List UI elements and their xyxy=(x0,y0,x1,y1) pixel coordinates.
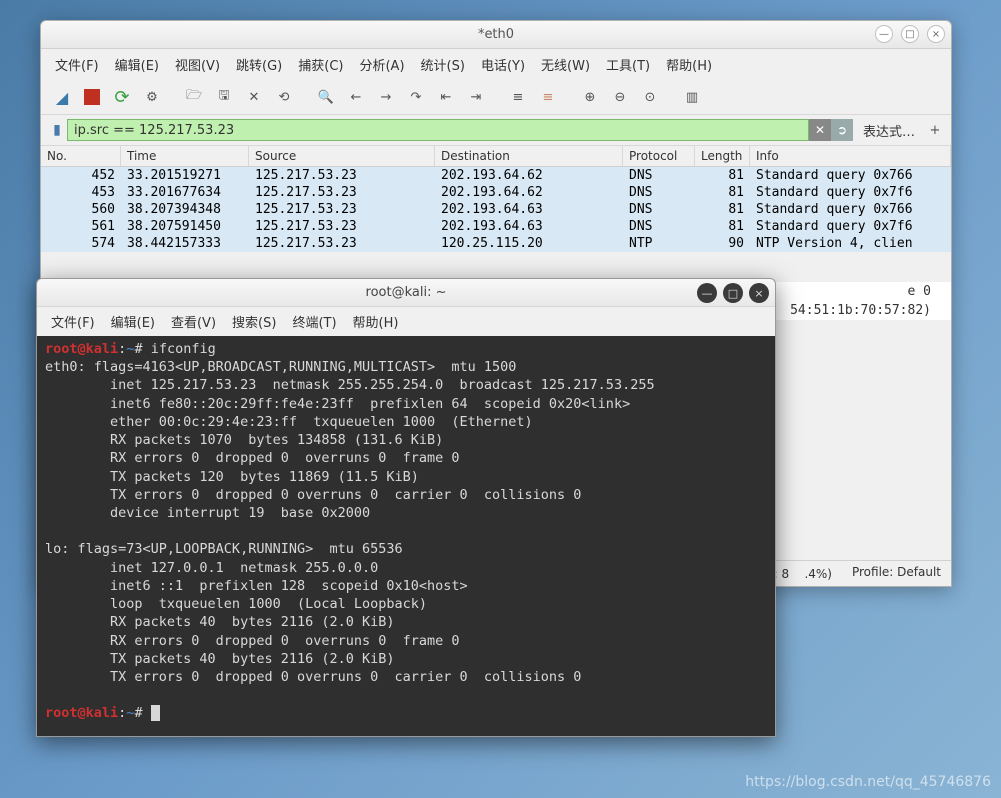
status-profile[interactable]: Profile: Default xyxy=(852,565,941,582)
menu-view[interactable]: 视图(V) xyxy=(169,53,226,76)
wireshark-titlebar[interactable]: *eth0 — □ × xyxy=(41,21,951,49)
menu-wireless[interactable]: 无线(W) xyxy=(535,53,596,76)
wireshark-window-controls: — □ × xyxy=(875,25,945,43)
terminal-menubar: 文件(F) 编辑(E) 查看(V) 搜索(S) 终端(T) 帮助(H) xyxy=(37,307,775,336)
menu-statistics[interactable]: 统计(S) xyxy=(415,53,471,76)
col-header-info[interactable]: Info xyxy=(750,146,951,166)
capture-options-icon[interactable]: ⚙ xyxy=(139,84,165,110)
watermark: https://blog.csdn.net/qq_45746876 xyxy=(745,774,991,790)
menu-go[interactable]: 跳转(G) xyxy=(230,53,288,76)
col-header-protocol[interactable]: Protocol xyxy=(623,146,695,166)
terminal-command: ifconfig xyxy=(151,341,216,357)
wireshark-title: *eth0 xyxy=(478,27,514,42)
wireshark-toolbar: ◢ ⟳ ⚙ 🗁 🖫 ✕ ⟲ 🔍 ← → ↷ ⇤ ⇥ ≡ ≡ ⊕ ⊖ ⊙ ▥ xyxy=(41,80,951,115)
packet-row[interactable]: 45333.201677634125.217.53.23202.193.64.6… xyxy=(41,184,951,201)
restart-capture-icon[interactable]: ⟳ xyxy=(109,84,135,110)
packet-row[interactable]: 57438.442157333125.217.53.23120.25.115.2… xyxy=(41,235,951,252)
menu-telephony[interactable]: 电话(Y) xyxy=(475,53,531,76)
term-menu-search[interactable]: 搜索(S) xyxy=(226,310,282,333)
go-last-icon[interactable]: ⇥ xyxy=(463,84,489,110)
term-menu-terminal[interactable]: 终端(T) xyxy=(286,310,342,333)
packet-row[interactable]: 45233.201519271125.217.53.23202.193.64.6… xyxy=(41,167,951,184)
menu-help[interactable]: 帮助(H) xyxy=(660,53,718,76)
filter-bar: ▮ ✕ ➲ 表达式… + xyxy=(41,115,951,146)
menu-file[interactable]: 文件(F) xyxy=(49,53,105,76)
auto-scroll-icon[interactable]: ≡ xyxy=(505,84,531,110)
resize-columns-icon[interactable]: ▥ xyxy=(679,84,705,110)
packet-row[interactable]: 56038.207394348125.217.53.23202.193.64.6… xyxy=(41,201,951,218)
close-file-icon[interactable]: ✕ xyxy=(241,84,267,110)
menu-tools[interactable]: 工具(T) xyxy=(600,53,656,76)
term-menu-view[interactable]: 查看(V) xyxy=(165,310,222,333)
filter-bookmark-icon[interactable]: ▮ xyxy=(47,119,67,141)
menu-edit[interactable]: 编辑(E) xyxy=(109,53,165,76)
start-capture-icon[interactable]: ◢ xyxy=(49,84,75,110)
open-file-icon[interactable]: 🗁 xyxy=(181,84,207,110)
col-header-no[interactable]: No. xyxy=(41,146,121,166)
zoom-in-icon[interactable]: ⊕ xyxy=(577,84,603,110)
terminal-body[interactable]: root@kali:~# ifconfig eth0: flags=4163<U… xyxy=(37,336,775,736)
prompt-symbol: # xyxy=(134,341,142,357)
terminal-cursor xyxy=(151,705,160,721)
terminal-window-controls: — □ × xyxy=(697,283,769,303)
maximize-button[interactable]: □ xyxy=(901,25,919,43)
terminal-window: root@kali: ~ — □ × 文件(F) 编辑(E) 查看(V) 搜索(… xyxy=(36,278,776,737)
status-pct: .4%) xyxy=(804,567,832,581)
display-filter-input[interactable] xyxy=(67,119,809,141)
terminal-minimize-button[interactable]: — xyxy=(697,283,717,303)
zoom-out-icon[interactable]: ⊖ xyxy=(607,84,633,110)
menu-capture[interactable]: 捕获(C) xyxy=(292,53,349,76)
terminal-titlebar[interactable]: root@kali: ~ — □ × xyxy=(37,279,775,307)
col-header-length[interactable]: Length xyxy=(695,146,750,166)
terminal-output: eth0: flags=4163<UP,BROADCAST,RUNNING,MU… xyxy=(45,359,655,685)
packet-row[interactable]: 56138.207591450125.217.53.23202.193.64.6… xyxy=(41,218,951,235)
terminal-maximize-button[interactable]: □ xyxy=(723,283,743,303)
find-packet-icon[interactable]: 🔍 xyxy=(313,84,339,110)
filter-add-icon[interactable]: + xyxy=(925,123,945,138)
go-to-packet-icon[interactable]: ↷ xyxy=(403,84,429,110)
close-button[interactable]: × xyxy=(927,25,945,43)
packet-list-header[interactable]: No. Time Source Destination Protocol Len… xyxy=(41,146,951,167)
col-header-source[interactable]: Source xyxy=(249,146,435,166)
stop-capture-icon[interactable] xyxy=(79,84,105,110)
filter-apply-icon[interactable]: ➲ xyxy=(831,119,853,141)
packet-list: No. Time Source Destination Protocol Len… xyxy=(41,146,951,252)
save-file-icon[interactable]: 🖫 xyxy=(211,84,237,110)
col-header-destination[interactable]: Destination xyxy=(435,146,623,166)
go-back-icon[interactable]: ← xyxy=(343,84,369,110)
reload-icon[interactable]: ⟲ xyxy=(271,84,297,110)
go-forward-icon[interactable]: → xyxy=(373,84,399,110)
prompt-user: root@kali xyxy=(45,341,118,357)
filter-clear-icon[interactable]: ✕ xyxy=(809,119,831,141)
colorize-icon[interactable]: ≡ xyxy=(535,84,561,110)
term-menu-file[interactable]: 文件(F) xyxy=(45,310,101,333)
zoom-reset-icon[interactable]: ⊙ xyxy=(637,84,663,110)
minimize-button[interactable]: — xyxy=(875,25,893,43)
term-menu-help[interactable]: 帮助(H) xyxy=(347,310,405,333)
terminal-close-button[interactable]: × xyxy=(749,283,769,303)
filter-expression-button[interactable]: 表达式… xyxy=(853,121,925,140)
terminal-title: root@kali: ~ xyxy=(366,285,447,300)
go-first-icon[interactable]: ⇤ xyxy=(433,84,459,110)
term-menu-edit[interactable]: 编辑(E) xyxy=(105,310,161,333)
menu-analyze[interactable]: 分析(A) xyxy=(353,53,410,76)
wireshark-menubar: 文件(F) 编辑(E) 视图(V) 跳转(G) 捕获(C) 分析(A) 统计(S… xyxy=(41,49,951,80)
col-header-time[interactable]: Time xyxy=(121,146,249,166)
